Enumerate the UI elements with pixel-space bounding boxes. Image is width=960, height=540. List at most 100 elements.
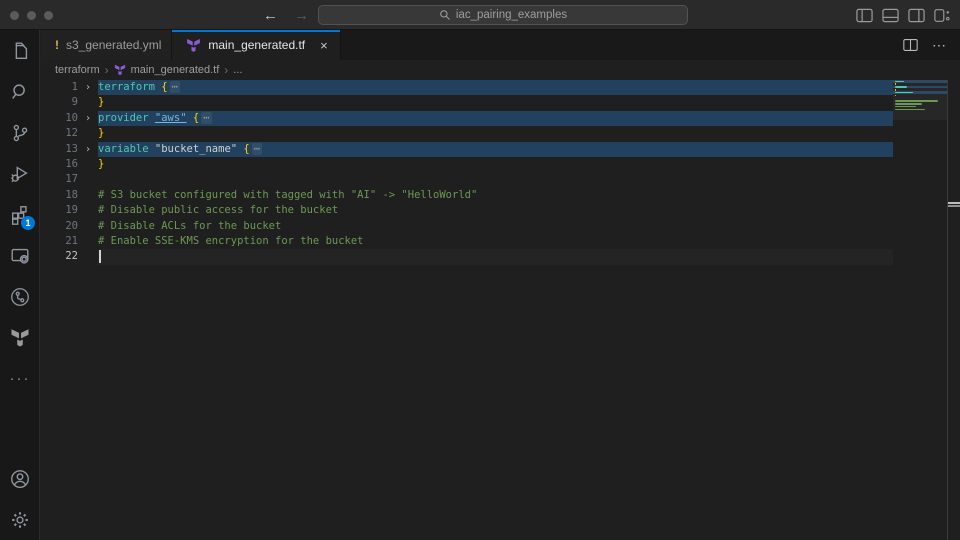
code-line-12[interactable]: 12} [41, 126, 947, 141]
line-number: 12 [41, 126, 78, 141]
git-graph-icon[interactable] [0, 276, 40, 317]
fold-chevron-icon[interactable]: › [78, 80, 98, 95]
line-number: 9 [41, 95, 78, 110]
code-line-text [98, 249, 947, 264]
vscode-window: ← → iac_pairing_examples [0, 0, 960, 540]
toggle-panel-icon[interactable] [882, 8, 899, 23]
minimize-window-button[interactable] [27, 11, 36, 20]
breadcrumb-separator: › [224, 63, 228, 77]
line-number: 20 [41, 219, 78, 234]
toggle-primary-sidebar-icon[interactable] [856, 8, 873, 23]
close-window-button[interactable] [10, 11, 19, 20]
code-line-9[interactable]: 9} [41, 95, 947, 110]
overview-ruler-marker [948, 205, 960, 207]
code-line-text: terraform {⋯ [98, 80, 947, 95]
line-number: 13 [41, 142, 78, 157]
line-number: 19 [41, 203, 78, 218]
explorer-icon[interactable] [0, 30, 40, 71]
line-number: 21 [41, 234, 78, 249]
breadcrumb-file[interactable]: main_generated.tf [131, 64, 220, 76]
tab-main-generated-tf[interactable]: main_generated.tf × [172, 30, 340, 60]
breadcrumb-folder[interactable]: terraform [55, 64, 100, 76]
maximize-window-button[interactable] [44, 11, 53, 20]
editor-more-actions-icon[interactable]: ⋯ [932, 37, 946, 54]
fold-chevron-icon[interactable]: › [78, 111, 98, 126]
code-line-19[interactable]: 19 # Disable public access for the bucket [41, 203, 947, 218]
breadcrumb-separator: › [105, 63, 109, 77]
customize-layout-icon[interactable] [934, 8, 950, 23]
code-line-10[interactable]: 10›provider "aws" {⋯ [41, 111, 947, 126]
minimap-line [893, 111, 947, 114]
run-and-debug-icon[interactable] [0, 153, 40, 194]
line-number: 22 [41, 249, 78, 264]
search-view-icon[interactable] [0, 71, 40, 112]
breadcrumb: terraform › main_generated.tf › ... [41, 60, 960, 80]
line-number: 18 [41, 188, 78, 203]
minimap[interactable] [893, 80, 947, 540]
tab-label: s3_generated.yml [66, 38, 161, 52]
toggle-secondary-sidebar-icon[interactable] [908, 8, 925, 23]
titlebar: ← → iac_pairing_examples [0, 0, 960, 30]
command-center-search[interactable]: iac_pairing_examples [318, 5, 688, 25]
tab-label: main_generated.tf [208, 38, 305, 52]
navigate-back-button[interactable]: ← [263, 8, 278, 23]
terraform-file-icon [186, 38, 201, 53]
fold-chevron-placeholder [78, 126, 98, 141]
line-number: 16 [41, 157, 78, 172]
code-line-text: } [98, 126, 947, 141]
code-line-text: provider "aws" {⋯ [98, 111, 947, 126]
code-line-text [98, 172, 947, 187]
tab-s3-generated-yml[interactable]: ! s3_generated.yml [41, 30, 172, 60]
fold-chevron-placeholder [78, 188, 98, 203]
terraform-file-icon [114, 64, 126, 76]
code-line-text: # Enable SSE-KMS encryption for the buck… [98, 234, 947, 249]
search-icon [439, 9, 451, 21]
extensions-icon[interactable]: 1 [0, 194, 40, 235]
code-line-text: } [98, 157, 947, 172]
traffic-lights [10, 11, 53, 20]
fold-chevron-placeholder [78, 203, 98, 218]
line-number: 10 [41, 111, 78, 126]
terraform-view-icon[interactable] [0, 317, 40, 358]
code-line-18[interactable]: 18 # S3 bucket configured with tagged wit… [41, 188, 947, 203]
code-line-22[interactable]: 22 [41, 249, 947, 264]
code-line-text: variable "bucket_name" {⋯ [98, 142, 947, 157]
fold-chevron-placeholder [78, 157, 98, 172]
source-control-icon[interactable] [0, 112, 40, 153]
command-center-text: iac_pairing_examples [456, 9, 567, 21]
tab-bar: ! s3_generated.yml main_generated.tf × ⋯ [41, 30, 960, 60]
activity-bar: 1 [0, 30, 40, 540]
code-line-21[interactable]: 21 # Enable SSE-KMS encryption for the bu… [41, 234, 947, 249]
extensions-badge: 1 [21, 216, 35, 230]
yaml-warning-icon: ! [55, 38, 59, 52]
text-cursor [99, 250, 101, 263]
code-line-13[interactable]: 13›variable "bucket_name" {⋯ [41, 142, 947, 157]
code-line-20[interactable]: 20 # Disable ACLs for the bucket [41, 219, 947, 234]
navigate-forward-button[interactable]: → [294, 8, 309, 23]
code-editor[interactable]: 1›terraform {⋯9}10›provider "aws" {⋯12}1… [41, 80, 947, 540]
overview-ruler[interactable] [947, 80, 960, 540]
code-line-text: # Disable public access for the bucket [98, 203, 947, 218]
code-line-text: # Disable ACLs for the bucket [98, 219, 947, 234]
line-number: 17 [41, 172, 78, 187]
accounts-icon[interactable] [0, 458, 40, 499]
tab-close-icon[interactable]: × [318, 38, 330, 53]
code-line-1[interactable]: 1›terraform {⋯ [41, 80, 947, 95]
fold-chevron-placeholder [78, 172, 98, 187]
split-editor-icon[interactable] [903, 38, 918, 52]
overview-ruler-marker [948, 202, 960, 204]
fold-chevron-placeholder [78, 95, 98, 110]
fold-chevron-placeholder [78, 234, 98, 249]
breadcrumb-symbol[interactable]: ... [233, 64, 242, 76]
line-number: 1 [41, 80, 78, 95]
code-line-16[interactable]: 16} [41, 157, 947, 172]
fold-chevron-icon[interactable]: › [78, 142, 98, 157]
fold-chevron-placeholder [78, 219, 98, 234]
more-views-icon[interactable]: ··· [0, 358, 40, 399]
code-line-text: # S3 bucket configured with tagged with … [98, 188, 947, 203]
remote-explorer-icon[interactable] [0, 235, 40, 276]
settings-gear-icon[interactable] [0, 499, 40, 540]
fold-chevron-placeholder [78, 249, 98, 264]
code-line-17[interactable]: 17 [41, 172, 947, 187]
code-line-text: } [98, 95, 947, 110]
